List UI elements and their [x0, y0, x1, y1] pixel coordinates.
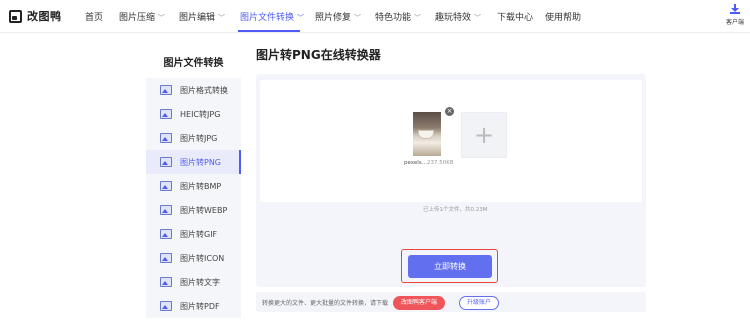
sidebar-title: 图片文件转换	[163, 58, 224, 69]
add-file-button[interactable]: +	[461, 112, 507, 158]
image-icon	[160, 109, 172, 119]
sidebar-item-to-icon[interactable]: 图片转ICON	[146, 246, 241, 270]
upload-dropzone[interactable]	[260, 80, 642, 202]
sidebar-item-to-jpg[interactable]: 图片转JPG	[146, 126, 241, 150]
app-logo[interactable]: 改图鸭	[9, 8, 62, 24]
image-icon	[160, 229, 172, 239]
sidebar-item-to-png[interactable]: 图片转PNG	[146, 150, 241, 174]
nav-item-edit[interactable]: 图片编辑 ﹀	[179, 10, 225, 23]
active-nav-indicator	[238, 30, 300, 32]
client-download[interactable]: 客户端	[724, 4, 746, 26]
sidebar-item-to-gif[interactable]: 图片转GIF	[146, 222, 241, 246]
image-icon	[160, 205, 172, 215]
nav-item-fun-effects[interactable]: 趣玩特效 ﹀	[435, 10, 481, 23]
remove-file-icon[interactable]: ×	[445, 107, 454, 116]
chevron-down-icon: ﹀	[474, 14, 482, 22]
sidebar: 图片文件转换 图片格式转换 HEIC转JPG 图片转JPG 图片转PNG 图片转…	[146, 46, 241, 318]
nav-item-home[interactable]: 首页	[85, 10, 103, 23]
nav-item-features[interactable]: 特色功能 ﹀	[375, 10, 421, 23]
page-title: 图片转PNG在线转换器	[256, 48, 381, 62]
sidebar-item-to-bmp[interactable]: 图片转BMP	[146, 174, 241, 198]
image-icon	[160, 133, 172, 143]
image-icon	[160, 157, 172, 167]
file-size: 237.50KB	[427, 160, 454, 166]
chevron-down-icon: ﹀	[297, 14, 305, 22]
nav-item-photo-repair[interactable]: 照片修复 ﹀	[315, 10, 361, 23]
convert-now-button[interactable]: 立即转换	[408, 255, 492, 278]
nav-item-compress[interactable]: 图片压缩 ﹀	[119, 10, 165, 23]
nav-item-download[interactable]: 下载中心	[497, 10, 533, 23]
nav-item-file-convert[interactable]: 图片文件转换 ﹀	[240, 10, 304, 23]
chevron-down-icon: ﹀	[218, 14, 226, 22]
image-icon	[160, 181, 172, 191]
sidebar-item-to-text[interactable]: 图片转文字	[146, 270, 241, 294]
logo-icon	[9, 9, 22, 23]
image-icon	[160, 85, 172, 95]
client-label: 客户端	[725, 19, 744, 26]
image-icon	[160, 253, 172, 263]
image-icon	[160, 301, 172, 311]
chevron-down-icon: ﹀	[414, 14, 422, 22]
upgrade-account-button[interactable]: 升级账户	[459, 296, 499, 310]
promo-text: 转换更大的文件、更大批量的文件转换，请下载	[262, 300, 389, 307]
file-name: pexels...	[404, 160, 427, 166]
download-icon	[730, 4, 740, 14]
app-name: 改图鸭	[27, 10, 62, 23]
client-download-button[interactable]: 改图鸭客户端	[393, 296, 445, 310]
sidebar-item-to-pdf[interactable]: 图片转PDF	[146, 294, 241, 318]
nav-item-help[interactable]: 使用帮助	[545, 10, 581, 23]
image-icon	[160, 277, 172, 287]
sidebar-item-to-webp[interactable]: 图片转WEBP	[146, 198, 241, 222]
upload-status: 已上传1个文件，共0.23M	[423, 207, 488, 213]
chevron-down-icon: ﹀	[354, 14, 362, 22]
chevron-down-icon: ﹀	[158, 14, 166, 22]
thumbnail-cup-image	[418, 130, 434, 139]
top-navigation-bar: 改图鸭 首页 图片压缩 ﹀ 图片编辑 ﹀ 图片文件转换 ﹀ 照片修复 ﹀ 特色功能 ﹀ 趣…	[0, 0, 750, 33]
sidebar-item-heic-to-jpg[interactable]: HEIC转JPG	[146, 102, 241, 126]
sidebar-item-format-convert[interactable]: 图片格式转换	[146, 78, 241, 102]
